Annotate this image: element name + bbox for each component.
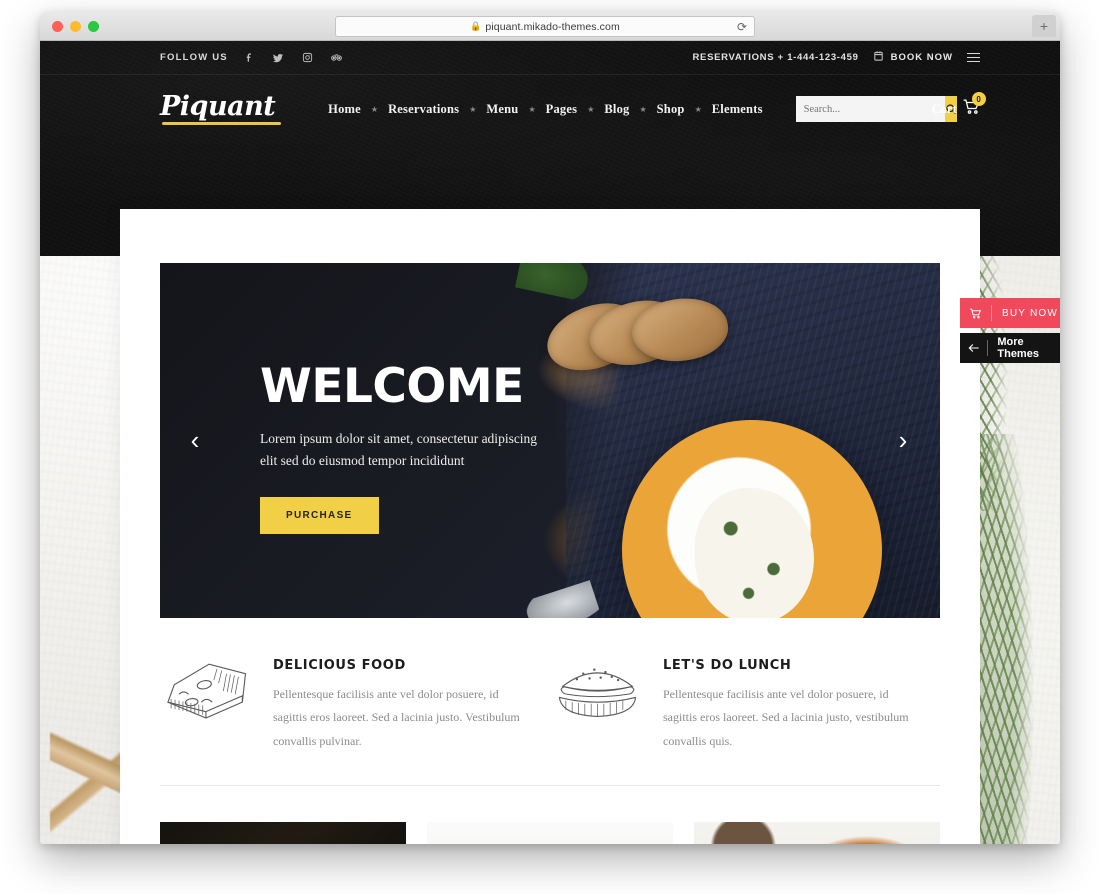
browser-window: 🔒 piquant.mikado-themes.com ⟳ + FOLLOW U…: [40, 12, 1060, 844]
book-now-group[interactable]: BOOK NOW: [873, 49, 953, 67]
features-row: DELICIOUS FOOD Pellentesque facilisis an…: [120, 618, 980, 753]
nav-item-home[interactable]: Home: [319, 102, 370, 117]
content-card: WELCOME Lorem ipsum dolor sit amet, cons…: [120, 209, 980, 844]
cheese-wedge-icon: [160, 652, 255, 727]
facebook-icon[interactable]: [242, 50, 257, 65]
topbar-right-group: RESERVATIONS + 1-444-123-459 BOOK NOW: [693, 49, 980, 67]
nav-item-reservations[interactable]: Reservations: [379, 102, 468, 117]
hero-title: WELCOME: [260, 359, 524, 414]
gallery-image-roast[interactable]: [694, 822, 940, 844]
follow-us-group: FOLLOW US: [160, 50, 344, 65]
url-text: piquant.mikado-themes.com: [485, 20, 620, 33]
cart-count-badge: 0: [971, 92, 986, 106]
lock-icon: 🔒: [470, 21, 482, 31]
reload-icon[interactable]: ⟳: [737, 20, 747, 34]
screenshot-canvas: 🔒 piquant.mikado-themes.com ⟳ + FOLLOW U…: [0, 0, 1100, 894]
hamburger-icon[interactable]: [967, 52, 980, 63]
more-themes-label: More Themes: [997, 336, 1039, 360]
instagram-icon[interactable]: [300, 50, 315, 65]
nav-item-pages[interactable]: Pages: [537, 102, 587, 117]
nav-separator-icon: ★: [370, 104, 379, 114]
hero-slider: WELCOME Lorem ipsum dolor sit amet, cons…: [160, 263, 940, 618]
nav-separator-icon: ★: [587, 104, 595, 114]
nav-separator-icon: ★: [694, 104, 702, 114]
feature-text-block: DELICIOUS FOOD Pellentesque facilisis an…: [273, 652, 522, 753]
address-bar[interactable]: 🔒 piquant.mikado-themes.com ⟳: [335, 16, 755, 37]
page-viewport: FOLLOW US RESERVATIONS + 1-444-123-459 B…: [40, 41, 1060, 844]
header-utilities: Cart 0: [795, 92, 986, 122]
nav-list: Home ★ Reservations ★ Menu ★ Pages ★ Blo…: [319, 102, 771, 117]
reservations-phone[interactable]: RESERVATIONS + 1-444-123-459: [693, 52, 859, 63]
follow-us-label: FOLLOW US: [160, 52, 228, 63]
nav-item-shop[interactable]: Shop: [648, 102, 694, 117]
maximize-window-button[interactable]: [88, 21, 99, 32]
gallery-row: [120, 786, 980, 844]
book-now-label: BOOK NOW: [890, 52, 953, 63]
buy-now-label: BUY NOW: [1002, 307, 1058, 319]
hero-description: Lorem ipsum dolor sit amet, consectetur …: [260, 431, 538, 469]
feature-delicious-food: DELICIOUS FOOD Pellentesque facilisis an…: [160, 652, 550, 753]
gallery-image-bread[interactable]: [427, 822, 673, 844]
feature-title: LET'S DO LUNCH: [663, 658, 792, 673]
cart-widget[interactable]: Cart 0: [931, 92, 986, 121]
window-controls[interactable]: [52, 21, 99, 32]
slider-prev-icon[interactable]: ‹: [180, 425, 210, 456]
hero-spoon: [522, 580, 601, 618]
nav-separator-icon: ★: [528, 104, 536, 114]
feature-text-block: LET'S DO LUNCH Pellentesque facilisis an…: [663, 652, 912, 753]
gallery-image-drink[interactable]: [160, 822, 406, 844]
new-tab-button[interactable]: +: [1032, 15, 1056, 37]
nav-item-menu[interactable]: Menu: [477, 102, 527, 117]
twitter-icon[interactable]: [271, 50, 286, 65]
nav-item-elements[interactable]: Elements: [703, 102, 772, 117]
site-logo[interactable]: Piquant: [160, 93, 282, 125]
browser-chrome: 🔒 piquant.mikado-themes.com ⟳ +: [40, 12, 1060, 41]
close-window-button[interactable]: [52, 21, 63, 32]
slider-next-icon[interactable]: ›: [888, 425, 918, 456]
search-box[interactable]: [795, 96, 957, 122]
top-bar: FOLLOW US RESERVATIONS + 1-444-123-459 B…: [40, 41, 1060, 75]
feature-title: DELICIOUS FOOD: [273, 658, 406, 673]
tripadvisor-icon[interactable]: [329, 50, 344, 65]
hamburger-food-icon: [550, 652, 645, 727]
purchase-button[interactable]: PURCHASE: [260, 496, 379, 534]
nav-item-blog[interactable]: Blog: [595, 102, 638, 117]
feature-description: Pellentesque facilisis ante vel dolor po…: [273, 687, 520, 748]
cart-label: Cart: [931, 101, 957, 116]
cart-icon: [960, 305, 992, 321]
buy-now-button[interactable]: BUY NOW: [960, 298, 1060, 328]
search-input[interactable]: [795, 96, 945, 122]
minimize-window-button[interactable]: [70, 21, 81, 32]
more-themes-button[interactable]: More Themes: [960, 333, 1060, 363]
main-navigation: Piquant Home ★ Reservations ★ Menu ★ Pag…: [40, 75, 1060, 143]
feature-lets-do-lunch: LET'S DO LUNCH Pellentesque facilisis an…: [550, 652, 940, 753]
nav-separator-icon: ★: [469, 104, 477, 114]
hero-slide-content: WELCOME Lorem ipsum dolor sit amet, cons…: [260, 363, 555, 534]
feature-description: Pellentesque facilisis ante vel dolor po…: [663, 687, 909, 748]
calendar-icon: [873, 49, 884, 67]
floating-cta-stack: BUY NOW More Themes: [960, 298, 1060, 368]
hero-herb-leaf: [514, 263, 593, 302]
nav-separator-icon: ★: [639, 104, 647, 114]
arrow-left-icon: [960, 340, 989, 356]
